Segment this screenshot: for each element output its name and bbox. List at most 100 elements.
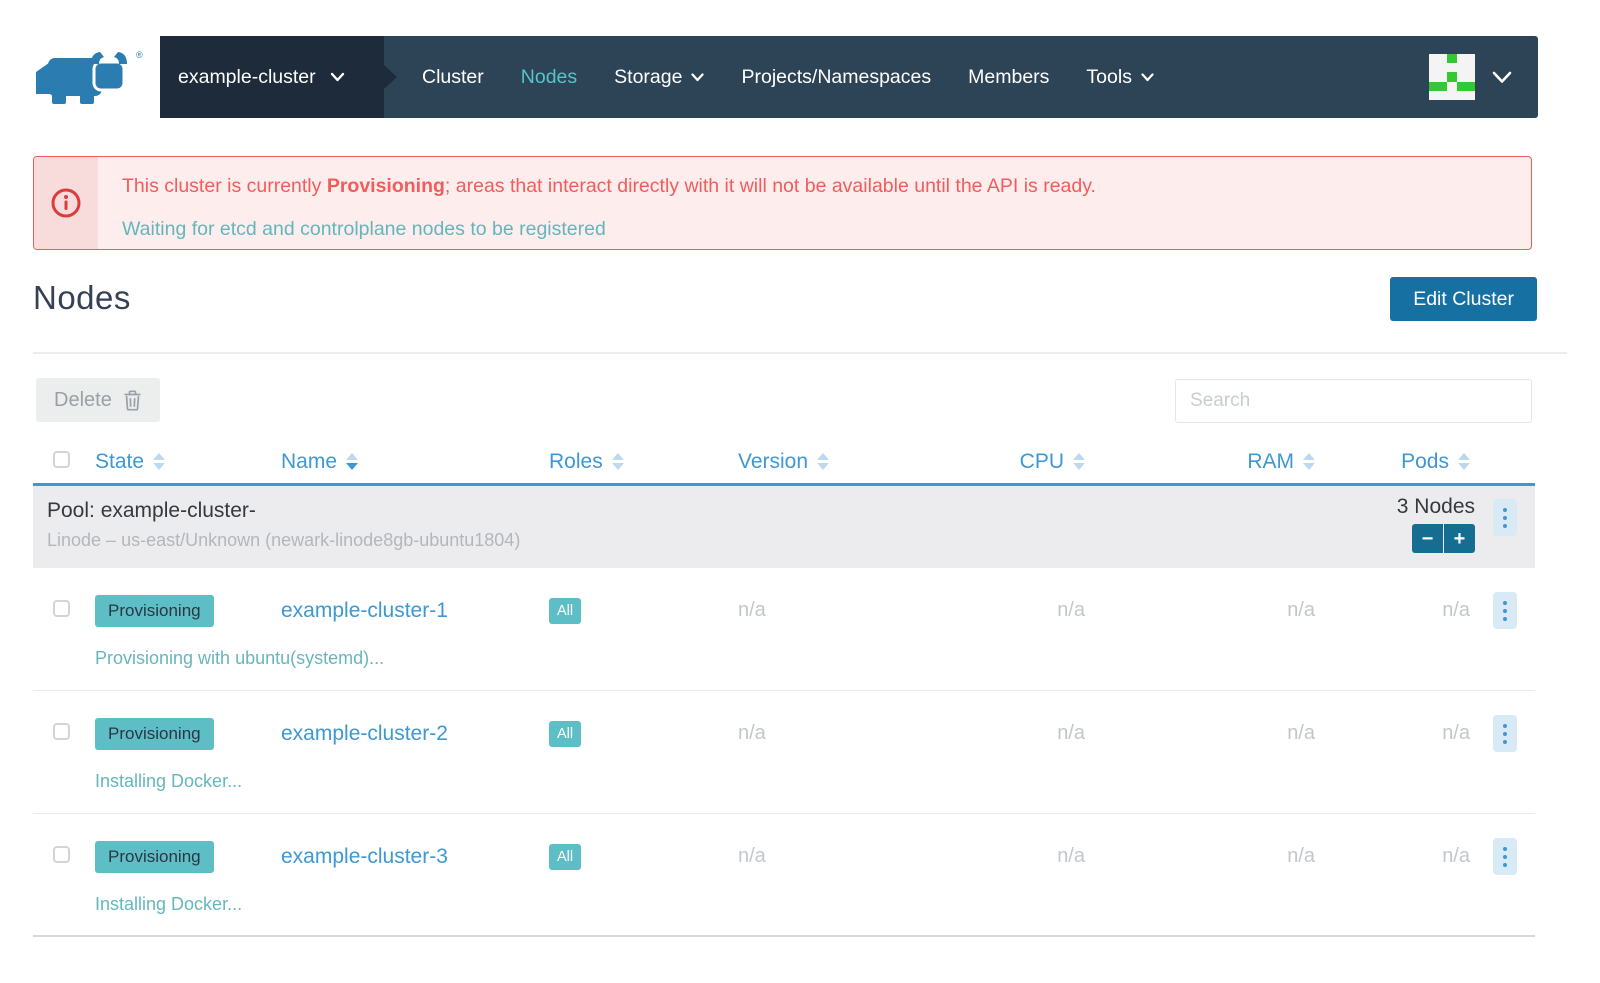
rancher-logo: ® bbox=[28, 48, 148, 112]
edit-cluster-button[interactable]: Edit Cluster bbox=[1390, 277, 1537, 321]
actions-cell bbox=[1475, 592, 1535, 629]
dot bbox=[1503, 524, 1507, 528]
column-label: Version bbox=[738, 450, 808, 474]
alert-line-1-prefix: This cluster is currently bbox=[122, 175, 327, 197]
delete-button[interactable]: Delete bbox=[36, 378, 160, 422]
scale-down-button[interactable]: − bbox=[1412, 524, 1443, 553]
sort-icon-active bbox=[346, 453, 358, 470]
node-status-message: Installing Docker... bbox=[95, 771, 242, 792]
select-all-checkbox[interactable] bbox=[53, 451, 70, 468]
state-badge: Provisioning bbox=[95, 841, 214, 873]
roles-cell: All bbox=[549, 844, 738, 870]
scale-up-button[interactable]: + bbox=[1444, 524, 1475, 553]
role-badge: All bbox=[549, 844, 581, 870]
sort-icon bbox=[1303, 453, 1315, 470]
cluster-selector-dropdown[interactable]: example-cluster bbox=[160, 36, 384, 118]
ram-cell: n/a bbox=[1090, 599, 1320, 622]
dot bbox=[1503, 508, 1507, 512]
column-header-ram: RAM bbox=[1090, 450, 1320, 474]
table-row-node-3: Provisioning example-cluster-3 All n/a n… bbox=[33, 814, 1535, 937]
sort-roles[interactable]: Roles bbox=[549, 450, 624, 474]
role-badge: All bbox=[549, 721, 581, 747]
column-header-pods: Pods bbox=[1320, 450, 1475, 474]
user-avatar bbox=[1429, 54, 1475, 100]
main-navbar: example-cluster Cluster Nodes Storage Pr… bbox=[160, 36, 1538, 118]
nav-item-nodes[interactable]: Nodes bbox=[521, 66, 577, 89]
version-cell: n/a bbox=[738, 599, 890, 622]
row-main: Provisioning example-cluster-3 All n/a n… bbox=[33, 814, 1535, 875]
sort-ram[interactable]: RAM bbox=[1247, 450, 1315, 474]
state-cell: Provisioning bbox=[95, 595, 281, 627]
row-actions-menu-button[interactable] bbox=[1493, 838, 1517, 875]
dot bbox=[1503, 863, 1507, 867]
trash-icon bbox=[123, 390, 142, 411]
column-label: CPU bbox=[1020, 450, 1064, 474]
ram-cell: n/a bbox=[1090, 722, 1320, 745]
sort-state[interactable]: State bbox=[95, 450, 165, 474]
header-divider bbox=[33, 352, 1567, 354]
actions-cell bbox=[1475, 838, 1535, 875]
nav-item-members[interactable]: Members bbox=[968, 66, 1049, 89]
cpu-cell: n/a bbox=[890, 845, 1090, 868]
table-header-row: State Name Roles Version CPU bbox=[33, 440, 1535, 486]
alert-text: This cluster is currently Provisioning; … bbox=[98, 157, 1106, 249]
nodes-table: State Name Roles Version CPU bbox=[33, 440, 1535, 937]
pods-cell: n/a bbox=[1320, 845, 1475, 868]
row-checkbox[interactable] bbox=[53, 723, 70, 740]
nav-item-label: Cluster bbox=[422, 66, 484, 89]
dot bbox=[1503, 516, 1507, 520]
pool-info: Pool: example-cluster- Linode – us-east/… bbox=[33, 486, 1397, 568]
pool-title: Pool: example-cluster- bbox=[47, 499, 1397, 523]
dot bbox=[1503, 617, 1507, 621]
node-name-link[interactable]: example-cluster-3 bbox=[281, 845, 448, 868]
dot bbox=[1503, 724, 1507, 728]
user-menu[interactable] bbox=[1429, 54, 1512, 100]
alert-line-1: This cluster is currently Provisioning; … bbox=[122, 172, 1096, 200]
dot bbox=[1503, 601, 1507, 605]
dot bbox=[1503, 609, 1507, 613]
search-input[interactable] bbox=[1175, 379, 1532, 423]
pool-subtitle: Linode – us-east/Unknown (newark-linode8… bbox=[47, 530, 1397, 551]
pool-actions-menu-button[interactable] bbox=[1493, 499, 1517, 536]
column-header-roles: Roles bbox=[549, 450, 738, 474]
node-status-message: Provisioning with ubuntu(systemd)... bbox=[95, 648, 384, 669]
roles-cell: All bbox=[549, 598, 738, 624]
column-label: Roles bbox=[549, 450, 603, 474]
name-cell: example-cluster-3 bbox=[281, 845, 549, 869]
role-badge: All bbox=[549, 598, 581, 624]
name-cell: example-cluster-2 bbox=[281, 722, 549, 746]
name-cell: example-cluster-1 bbox=[281, 599, 549, 623]
svg-text:®: ® bbox=[136, 50, 143, 60]
row-checkbox[interactable] bbox=[53, 846, 70, 863]
sort-name[interactable]: Name bbox=[281, 450, 358, 474]
row-select-cell bbox=[33, 846, 95, 868]
nav-item-cluster[interactable]: Cluster bbox=[422, 66, 484, 89]
nav-item-storage[interactable]: Storage bbox=[614, 66, 704, 89]
row-select-cell bbox=[33, 723, 95, 745]
nav-item-label: Members bbox=[968, 66, 1049, 89]
pool-scale-controls: 3 Nodes − + bbox=[1397, 486, 1475, 568]
column-header-cpu: CPU bbox=[890, 450, 1090, 474]
row-checkbox[interactable] bbox=[53, 600, 70, 617]
sort-pods[interactable]: Pods bbox=[1401, 450, 1470, 474]
top-bar: ® example-cluster Cluster Nodes Storage bbox=[0, 0, 1600, 118]
column-label: Name bbox=[281, 450, 337, 474]
row-actions-menu-button[interactable] bbox=[1493, 592, 1517, 629]
sort-cpu[interactable]: CPU bbox=[1020, 450, 1085, 474]
nav-item-projects-namespaces[interactable]: Projects/Namespaces bbox=[741, 66, 931, 89]
row-actions-menu-button[interactable] bbox=[1493, 715, 1517, 752]
row-main: Provisioning example-cluster-1 All n/a n… bbox=[33, 568, 1535, 629]
column-label: Pods bbox=[1401, 450, 1449, 474]
column-header-name: Name bbox=[281, 450, 549, 474]
row-main: Provisioning example-cluster-2 All n/a n… bbox=[33, 691, 1535, 752]
column-label: State bbox=[95, 450, 144, 474]
cluster-selector-label: example-cluster bbox=[178, 66, 316, 89]
sort-version[interactable]: Version bbox=[738, 450, 829, 474]
node-name-link[interactable]: example-cluster-1 bbox=[281, 599, 448, 622]
nav-item-tools[interactable]: Tools bbox=[1086, 66, 1154, 89]
chevron-down-icon bbox=[330, 72, 345, 82]
node-name-link[interactable]: example-cluster-2 bbox=[281, 722, 448, 745]
version-cell: n/a bbox=[738, 845, 890, 868]
dot bbox=[1503, 732, 1507, 736]
chevron-down-icon bbox=[1492, 71, 1512, 84]
